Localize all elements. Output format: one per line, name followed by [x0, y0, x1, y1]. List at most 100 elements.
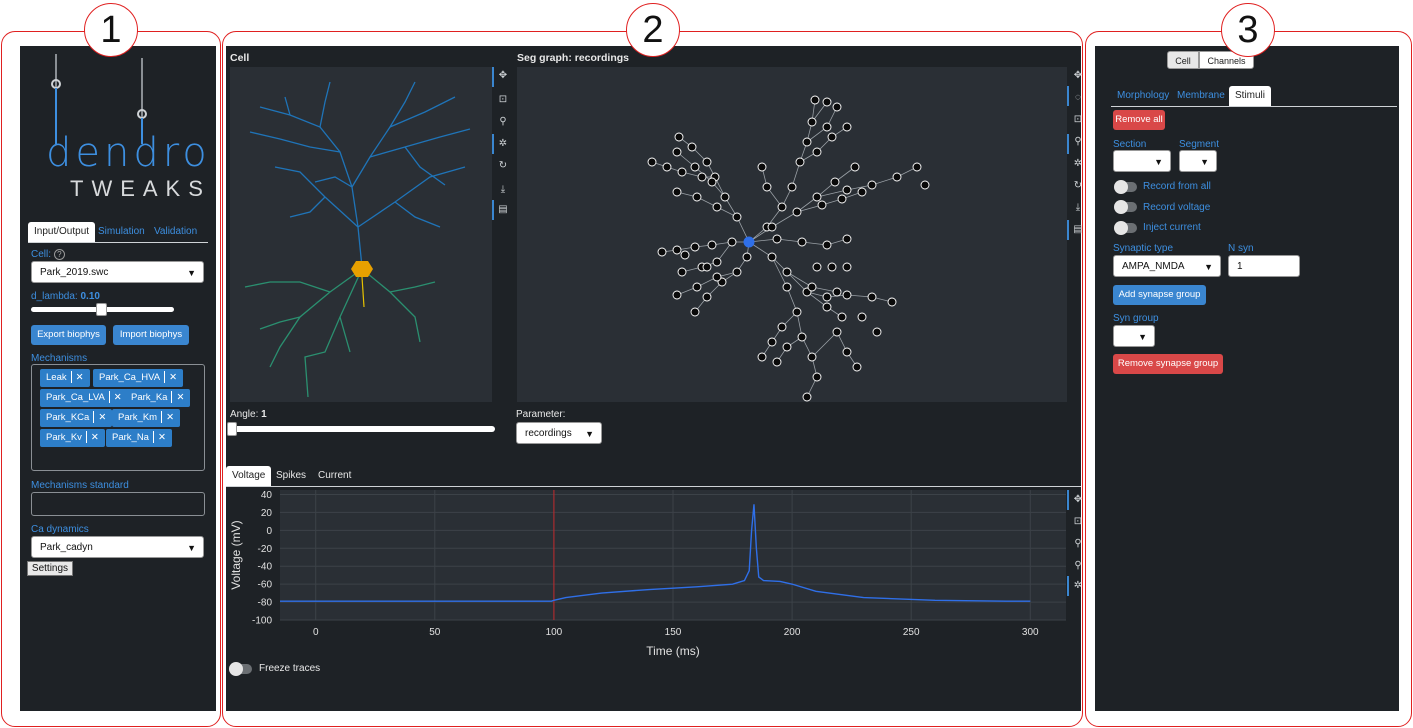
close-icon[interactable]: ✕: [166, 412, 174, 423]
syn-group-select[interactable]: ▼: [1113, 325, 1155, 347]
record-from-all-toggle[interactable]: [1114, 180, 1137, 194]
pan-icon[interactable]: ✥: [1071, 70, 1085, 81]
tab-current[interactable]: Current: [312, 466, 357, 486]
tab-input-output[interactable]: Input/Output: [28, 222, 96, 242]
record-from-all-label: Record from all: [1143, 181, 1211, 192]
selected-segment[interactable]: [743, 236, 755, 248]
hover-icon[interactable]: ✲: [1071, 580, 1085, 591]
mechanisms-label: Mechanisms: [31, 353, 88, 364]
cell-title: Cell: [230, 52, 250, 64]
mechanism-tag[interactable]: Park_Na ✕: [106, 429, 172, 447]
tab-spikes[interactable]: Spikes: [270, 466, 312, 486]
record-voltage-toggle[interactable]: [1114, 200, 1137, 214]
right-panel: Cell Channels Morphology Membrane Stimul…: [1095, 46, 1399, 711]
section-select[interactable]: ▼: [1113, 150, 1171, 172]
d-lambda-slider-handle[interactable]: [96, 303, 107, 316]
seg-toolbar-accent: [1067, 86, 1069, 106]
mechanisms-standard-label: Mechanisms standard: [31, 480, 129, 491]
mechanism-tag[interactable]: Park_Ka ✕: [125, 389, 191, 407]
reset-icon[interactable]: ↻: [496, 160, 510, 171]
ca-dynamics-select[interactable]: Park_cadyn ▼: [31, 536, 204, 558]
close-icon[interactable]: ✕: [114, 392, 122, 403]
freeze-traces-toggle[interactable]: [229, 662, 252, 676]
chevron-down-icon: ▼: [585, 429, 594, 439]
hover-tool-icon[interactable]: ▤: [1071, 224, 1085, 235]
mechanism-tag[interactable]: Park_KCa ✕: [40, 409, 113, 427]
wheel-zoom-icon[interactable]: ⚲: [496, 116, 510, 127]
close-icon[interactable]: ✕: [169, 372, 177, 383]
wheel-zoom-icon[interactable]: ⚲: [1071, 136, 1085, 147]
parameter-select[interactable]: recordings ▼: [516, 422, 602, 444]
x-axis-label: Time (ms): [646, 644, 700, 658]
chevron-down-icon: ▼: [1200, 157, 1209, 167]
box-zoom-icon[interactable]: ⊡: [1071, 516, 1085, 527]
mechanism-tag[interactable]: Park_Kv ✕: [40, 429, 105, 447]
tab-voltage[interactable]: Voltage: [226, 466, 272, 486]
seg-toolbar-accent: [1067, 220, 1069, 240]
import-biophys-button[interactable]: Import biophys: [113, 325, 189, 345]
tab-validation[interactable]: Validation: [148, 222, 203, 242]
wheel-zoom-icon[interactable]: ⚲: [1071, 538, 1085, 549]
reset-icon[interactable]: ↻: [1071, 180, 1085, 191]
y-tick-label: 40: [261, 490, 273, 501]
y-tick-label: -80: [258, 598, 273, 609]
help-icon[interactable]: ?: [53, 249, 65, 260]
cell-plot[interactable]: [230, 67, 492, 402]
mechanism-tag[interactable]: Park_Ca_HVA ✕: [93, 369, 184, 387]
wheel-zoom-y-icon[interactable]: ⚲: [1071, 560, 1085, 571]
mechanisms-standard-input[interactable]: [31, 492, 205, 516]
seg-graph-plot[interactable]: [517, 67, 1067, 402]
hover-icon[interactable]: ✲: [1071, 158, 1085, 169]
seg-toolbar-accent: [1067, 134, 1069, 154]
logo-top-text: dendro: [46, 130, 211, 176]
lasso-icon[interactable]: ◌: [1071, 92, 1085, 103]
synaptic-type-select[interactable]: AMPA_NMDA ▼: [1113, 255, 1221, 277]
pan-icon[interactable]: ✥: [1071, 494, 1085, 505]
close-icon[interactable]: ✕: [76, 372, 84, 383]
tab-simulation[interactable]: Simulation: [92, 222, 151, 242]
cell-morphology: [244, 81, 471, 398]
tab-stimuli[interactable]: Stimuli: [1229, 86, 1272, 106]
pan-icon[interactable]: ✥: [496, 70, 510, 81]
close-icon[interactable]: ✕: [158, 432, 166, 443]
cell-toolbar-accent: [492, 200, 494, 220]
angle-slider-handle[interactable]: [227, 422, 237, 436]
hover-icon[interactable]: ✲: [496, 138, 510, 149]
settings-button[interactable]: Settings: [27, 561, 73, 576]
panel-number-2: 2: [626, 3, 680, 57]
logo-bottom-text: TWEAKS: [70, 176, 211, 201]
close-icon[interactable]: ✕: [176, 392, 184, 403]
tab-membrane[interactable]: Membrane: [1171, 86, 1231, 106]
mechanism-tag[interactable]: Park_Km ✕: [112, 409, 181, 427]
cell-select[interactable]: Park_2019.swc ▼: [31, 261, 204, 283]
save-icon[interactable]: ⤓: [1071, 202, 1085, 213]
x-tick-label: 200: [784, 627, 801, 638]
mechanism-tag[interactable]: Leak ✕: [40, 369, 90, 387]
n-syn-input[interactable]: 1: [1228, 255, 1300, 277]
segment-select[interactable]: ▼: [1179, 150, 1217, 172]
mechanism-tag[interactable]: Park_Ca_LVA ✕: [40, 389, 128, 407]
cell-toggle-button[interactable]: Cell: [1167, 51, 1199, 69]
box-zoom-icon[interactable]: ⊡: [496, 94, 510, 105]
cell-toolbar-accent: [492, 134, 494, 154]
add-synapse-group-button[interactable]: Add synapse group: [1113, 285, 1206, 305]
voltage-chart[interactable]: 40200-20-40-60-80-1000 50 100 150 200 250 300 …: [226, 486, 1066, 666]
syn-group-label: Syn group: [1113, 313, 1159, 324]
freeze-traces-label: Freeze traces: [259, 663, 321, 674]
remove-all-button[interactable]: Remove all: [1113, 110, 1165, 130]
chevron-down-icon: ▼: [1154, 157, 1163, 167]
hover-tool-icon[interactable]: ▤: [496, 204, 510, 215]
inject-current-toggle[interactable]: [1114, 221, 1137, 235]
inject-current-label: Inject current: [1143, 222, 1201, 233]
chevron-down-icon: ▼: [1204, 262, 1213, 272]
close-icon[interactable]: ✕: [91, 432, 99, 443]
angle-slider[interactable]: [230, 426, 495, 432]
export-biophys-button[interactable]: Export biophys: [31, 325, 106, 345]
tab-morphology[interactable]: Morphology: [1111, 86, 1175, 106]
save-icon[interactable]: ⤓: [496, 184, 510, 195]
d-lambda-label: d_lambda: 0.10: [31, 291, 100, 302]
close-icon[interactable]: ✕: [98, 412, 106, 423]
box-zoom-icon[interactable]: ⊡: [1071, 114, 1085, 125]
segment-label: Segment: [1179, 139, 1220, 150]
remove-synapse-group-button[interactable]: Remove synapse group: [1113, 354, 1223, 374]
